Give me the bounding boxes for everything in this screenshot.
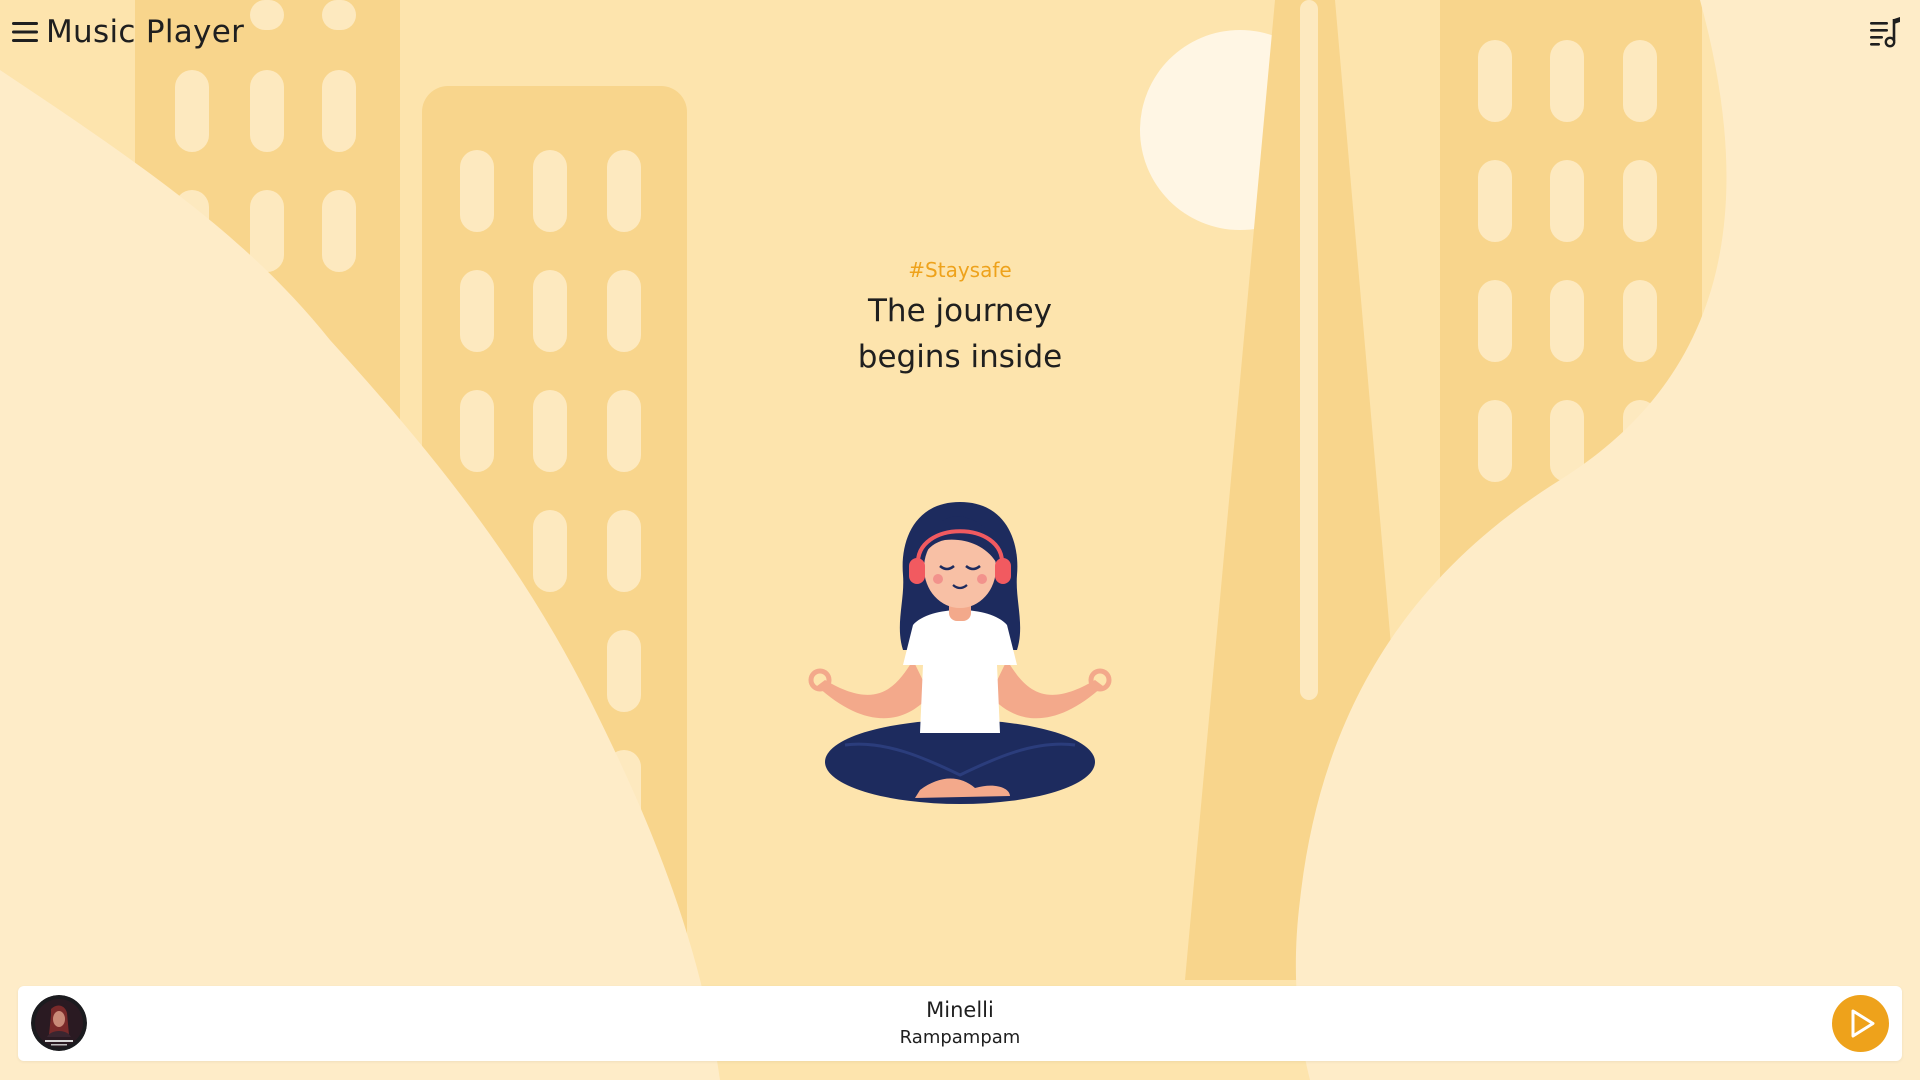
album-cover-thumbnail[interactable] [31, 995, 87, 1051]
play-icon [1851, 1009, 1875, 1038]
now-playing-bar: Minelli Rampampam [18, 986, 1902, 1061]
app-title: Music Player [46, 14, 245, 50]
hamburger-menu-icon[interactable] [10, 17, 40, 47]
track-title: Minelli [926, 998, 994, 1022]
track-artist: Rampampam [899, 1027, 1021, 1048]
meditating-woman-illustration [808, 502, 1112, 804]
hashtag-label: #Staysafe [908, 258, 1012, 282]
tagline-line-1: The journey [867, 293, 1052, 329]
tagline: The journey begins inside [760, 288, 1160, 380]
play-button[interactable] [1832, 995, 1889, 1052]
tagline-line-2: begins inside [857, 339, 1063, 375]
track-info: Minelli Rampampam [760, 996, 1160, 1051]
music-playlist-icon[interactable] [1868, 15, 1902, 49]
app-screen: Music Player #Staysafe The journey begin… [0, 0, 1920, 1080]
hero-text: #Staysafe The journey begins inside [760, 254, 1160, 380]
top-bar: Music Player [0, 0, 1920, 68]
